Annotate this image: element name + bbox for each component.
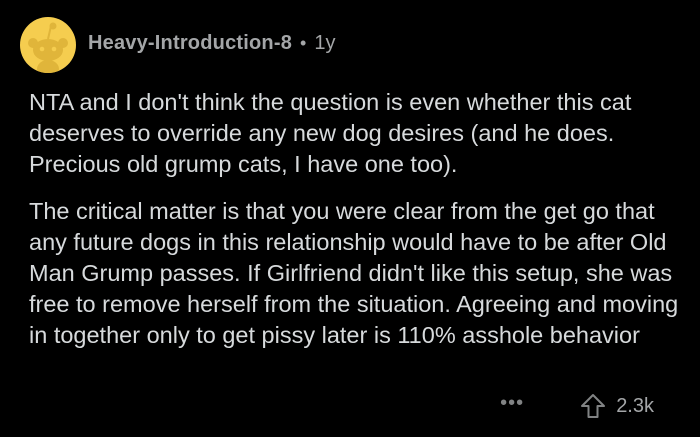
comment-meta: Heavy-Introduction-8 • 1y: [88, 32, 335, 55]
upvote-button[interactable]: 2.3k: [580, 393, 654, 419]
upvote-arrow-icon[interactable]: [580, 393, 606, 419]
comment: Heavy-Introduction-8 • 1y NTA and I don'…: [0, 0, 700, 437]
more-options-button[interactable]: •••: [500, 393, 524, 413]
vote-score: 2.3k: [616, 394, 654, 417]
comment-body: NTA and I don't think the question is ev…: [29, 87, 679, 351]
comment-paragraph: The critical matter is that you were cle…: [29, 198, 679, 348]
comment-actions: ••• 2.3k: [500, 392, 654, 420]
meta-separator: •: [300, 32, 307, 53]
username-link[interactable]: Heavy-Introduction-8: [88, 32, 292, 55]
snoo-avatar-icon[interactable]: [20, 17, 76, 73]
comment-age: 1y: [314, 31, 336, 54]
comment-paragraph: NTA and I don't think the question is ev…: [29, 89, 632, 177]
comment-header: Heavy-Introduction-8 • 1y: [20, 17, 335, 73]
